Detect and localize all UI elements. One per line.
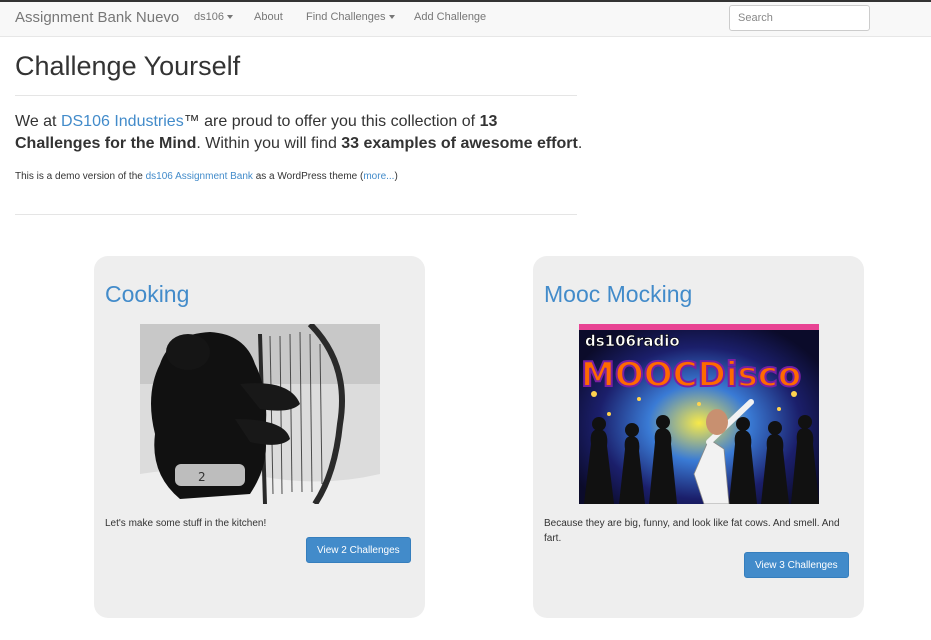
lead-text: ™ are proud to offer you this collection… <box>183 113 480 130</box>
nav-about[interactable]: About <box>254 11 283 23</box>
poster-text-main: MOOCDisco <box>581 355 801 395</box>
card-description: Let's make some stuff in the kitchen! <box>105 518 267 529</box>
demo-note: This is a demo version of the ds106 Assi… <box>15 171 398 182</box>
demo-text: as a WordPress theme ( <box>252 171 364 182</box>
card-title-link[interactable]: Cooking <box>105 281 189 308</box>
divider <box>15 214 577 215</box>
category-card-cooking: Cooking 2 Let's make some stuff in the k… <box>94 256 425 618</box>
category-card-mooc-mocking: Mooc Mocking ds106radio MOOCDisco Becaus… <box>533 256 864 618</box>
navbar: Assignment Bank Nuevo ds106 About Find C… <box>0 0 931 37</box>
nav-find-challenges-dropdown[interactable]: Find Challenges <box>306 11 395 23</box>
nav-find-challenges-label: Find Challenges <box>306 11 386 23</box>
view-challenges-button[interactable]: View 2 Challenges <box>306 537 411 563</box>
page-title: Challenge Yourself <box>15 51 241 81</box>
assignment-bank-link[interactable]: ds106 Assignment Bank <box>146 171 253 182</box>
card-title-link[interactable]: Mooc Mocking <box>544 281 692 308</box>
demo-text: This is a demo version of the <box>15 171 146 182</box>
lead-text: . <box>577 135 583 152</box>
caret-down-icon <box>226 15 233 20</box>
demo-text: ) <box>394 171 398 182</box>
nav-ds106-label: ds106 <box>194 11 224 23</box>
nav-ds106-dropdown[interactable]: ds106 <box>194 11 233 23</box>
svg-text:2: 2 <box>198 470 206 484</box>
lead-text: . Within you will find <box>196 135 342 152</box>
examples-count: 33 examples of awesome effort <box>341 135 578 152</box>
bear-harp-photo: 2 <box>140 324 380 504</box>
lead-text: We at <box>15 113 61 130</box>
view-challenges-button[interactable]: View 3 Challenges <box>744 552 849 578</box>
card-description: Because they are big, funny, and look li… <box>544 518 840 544</box>
more-link[interactable]: more... <box>363 171 394 182</box>
card-thumbnail-image[interactable]: 2 <box>140 324 380 504</box>
card-thumbnail-image[interactable]: ds106radio MOOCDisco <box>579 324 819 504</box>
intro-lead: We at DS106 Industries™ are proud to off… <box>15 111 585 155</box>
poster-text-top: ds106radio <box>585 332 680 350</box>
mooc-disco-poster: ds106radio MOOCDisco <box>579 324 819 504</box>
search-input[interactable] <box>729 5 870 31</box>
brand-link[interactable]: Assignment Bank Nuevo <box>15 9 179 26</box>
nav-add-challenge[interactable]: Add Challenge <box>414 11 486 23</box>
caret-down-icon <box>388 15 395 20</box>
divider <box>15 95 577 96</box>
ds106-industries-link[interactable]: DS106 Industries <box>61 113 184 130</box>
